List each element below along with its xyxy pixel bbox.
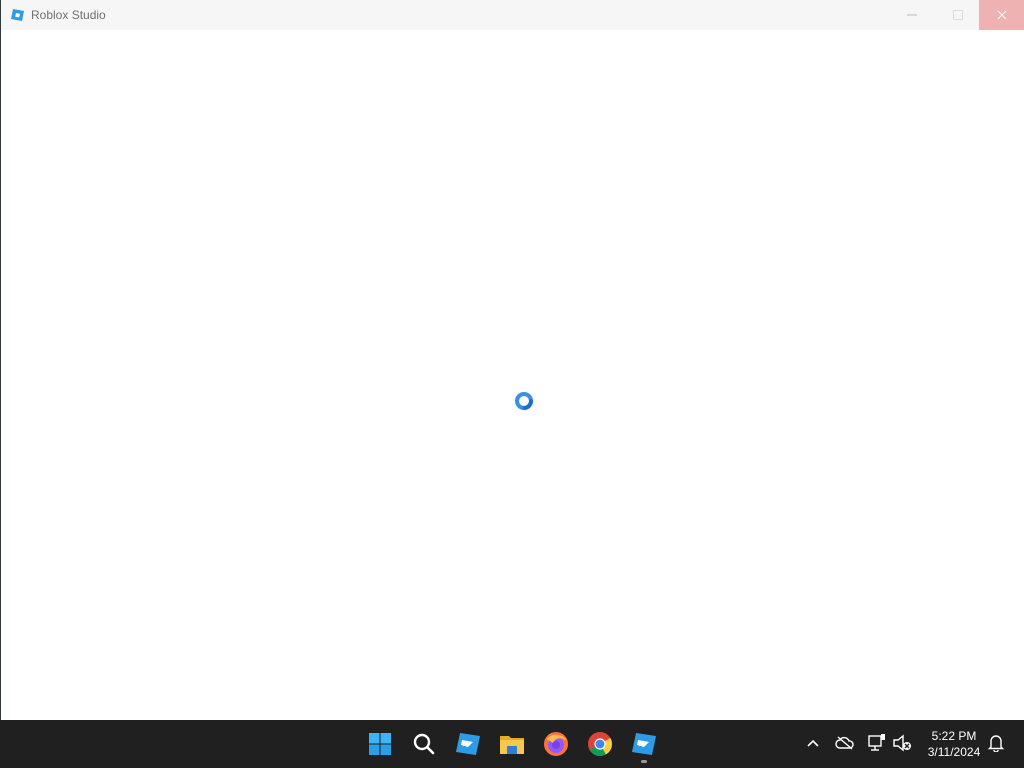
running-app-indicator	[641, 760, 647, 763]
close-icon	[997, 10, 1007, 20]
chevron-up-icon	[807, 739, 819, 747]
onedrive-button[interactable]	[834, 732, 856, 754]
maximize-button[interactable]	[935, 0, 981, 30]
minimize-icon	[907, 14, 917, 16]
firefox-button[interactable]	[540, 728, 572, 760]
firefox-icon	[544, 732, 568, 756]
roblox-icon	[456, 733, 480, 755]
maximize-icon	[953, 10, 963, 20]
chrome-icon	[588, 732, 612, 757]
window-title: Roblox Studio	[31, 8, 106, 22]
windows-start-icon	[369, 733, 391, 755]
roblox-studio-icon	[11, 9, 24, 21]
onedrive-cloud-icon	[835, 736, 854, 750]
clock[interactable]: 5:22 PM 3/11/2024	[918, 728, 990, 760]
network-button[interactable]	[866, 732, 888, 754]
roblox-studio-window: Roblox Studio	[0, 0, 1024, 720]
chrome-button[interactable]	[584, 728, 616, 760]
loading-spinner-icon	[515, 392, 533, 410]
search-icon	[413, 733, 435, 755]
volume-button[interactable]	[891, 732, 913, 754]
start-button[interactable]	[364, 728, 396, 760]
title-bar[interactable]: Roblox Studio	[1, 0, 1024, 30]
network-icon	[868, 734, 885, 751]
minimize-button[interactable]	[889, 0, 935, 30]
notifications-button[interactable]	[985, 732, 1007, 754]
roblox-player-button[interactable]	[452, 728, 484, 760]
roblox-studio-icon	[632, 733, 656, 755]
clock-time: 5:22 PM	[931, 729, 977, 743]
show-hidden-icons-button[interactable]	[802, 732, 824, 754]
file-explorer-button[interactable]	[496, 728, 528, 760]
clock-date: 3/11/2024	[927, 745, 981, 759]
taskbar: 5:22 PM 3/11/2024	[0, 720, 1024, 768]
search-button[interactable]	[408, 728, 440, 760]
close-button[interactable]	[979, 0, 1024, 30]
folder-icon	[500, 736, 524, 754]
notification-bell-icon	[987, 735, 1005, 752]
roblox-studio-button[interactable]	[628, 728, 660, 760]
volume-muted-icon	[893, 734, 911, 752]
